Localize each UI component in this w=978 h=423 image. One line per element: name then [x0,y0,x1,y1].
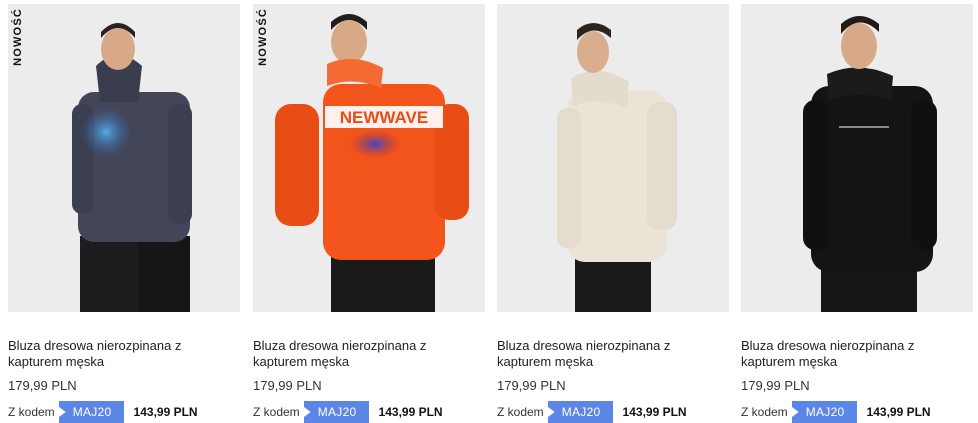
promo-label: Z kodem [8,405,55,419]
product-card[interactable]: NOWOŚĆ Bluza dresowa nierozpinana z kapt… [8,4,240,423]
print-text: NEWWAVE [340,108,428,127]
regular-price: 179,99 PLN [741,378,810,393]
promo-price: 143,99 PLN [622,405,687,419]
product-title[interactable]: Bluza dresowa nierozpinana z kapturem mę… [8,338,208,370]
promo-price: 143,99 PLN [133,405,198,419]
product-grid: NOWOŚĆ Bluza dresowa nierozpinana z kapt… [0,0,978,423]
product-image[interactable]: NEWWAVE NOWOŚĆ [253,4,485,312]
product-title[interactable]: Bluza dresowa nierozpinana z kapturem mę… [741,338,941,370]
product-image[interactable] [741,4,973,312]
promo-row: Z kodem MAJ20 143,99 PLN [8,401,240,423]
product-image[interactable] [497,4,729,312]
regular-price: 179,99 PLN [8,378,77,393]
new-badge: NOWOŚĆ [12,8,24,66]
regular-price: 179,99 PLN [497,378,566,393]
product-photo [72,23,192,312]
promo-row: Z kodem MAJ20 143,99 PLN [741,401,973,423]
promo-price: 143,99 PLN [378,405,443,419]
product-photo [803,16,937,312]
promo-row: Z kodem MAJ20 143,99 PLN [497,401,729,423]
promo-code-tag: MAJ20 [303,401,369,423]
product-photo: NEWWAVE [275,14,469,312]
promo-code-tag: MAJ20 [547,401,613,423]
product-card[interactable]: Bluza dresowa nierozpinana z kapturem mę… [497,4,729,423]
promo-label: Z kodem [741,405,788,419]
regular-price: 179,99 PLN [253,378,322,393]
promo-price: 143,99 PLN [866,405,931,419]
promo-row: Z kodem MAJ20 143,99 PLN [253,401,485,423]
product-title[interactable]: Bluza dresowa nierozpinana z kapturem mę… [253,338,453,370]
product-title[interactable]: Bluza dresowa nierozpinana z kapturem mę… [497,338,697,370]
product-card[interactable]: Bluza dresowa nierozpinana z kapturem mę… [741,4,973,423]
product-card[interactable]: NEWWAVE NOWOŚĆ Bluza dresowa nierozpinan… [253,4,485,423]
promo-label: Z kodem [253,405,300,419]
promo-code-tag: MAJ20 [58,401,124,423]
product-photo [557,23,677,312]
product-image[interactable]: NOWOŚĆ [8,4,240,312]
promo-label: Z kodem [497,405,544,419]
promo-code-tag: MAJ20 [791,401,857,423]
new-badge: NOWOŚĆ [257,8,269,66]
